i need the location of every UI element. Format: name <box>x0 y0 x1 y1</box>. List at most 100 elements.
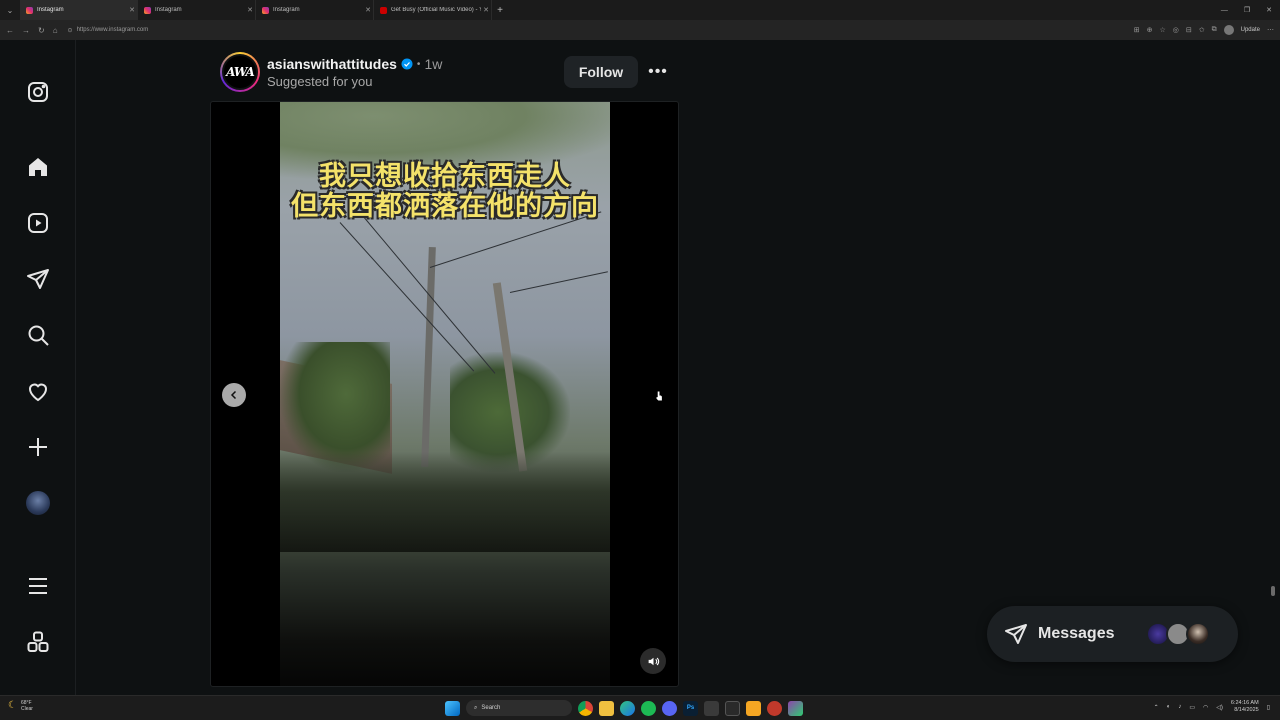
instagram-icon <box>26 6 33 14</box>
translate-icon[interactable]: ⊞ <box>1134 26 1140 34</box>
video-subtitles: 我只想收拾东西走人 但东西都洒落在他的方向 <box>280 162 610 222</box>
instagram-logo-icon[interactable] <box>24 78 52 106</box>
tray-app-icon[interactable]: ◐ <box>1167 704 1171 710</box>
terminal-icon[interactable] <box>725 700 740 716</box>
tab-title: Instagram <box>155 7 182 13</box>
edge-icon[interactable] <box>620 700 635 716</box>
update-button[interactable]: Update <box>1241 27 1260 33</box>
reels-icon[interactable] <box>24 209 52 237</box>
clock-date: 8/14/2025 <box>1234 707 1259 713</box>
subtitle-line-1: 我只想收拾东西走人 <box>319 161 571 192</box>
author-username[interactable]: asianswithattitudes <box>267 56 397 72</box>
browser-tab-1[interactable]: Instagram ✕ <box>20 0 138 20</box>
menu-dots-icon[interactable]: ⋯ <box>1267 26 1274 34</box>
new-tab-button[interactable]: + <box>492 5 508 16</box>
instagram-icon <box>262 6 269 14</box>
system-clock[interactable]: 6:24:16 AM 8/14/2025 <box>1231 700 1259 714</box>
window-controls: — ❐ ✕ <box>1221 0 1272 20</box>
notifications-heart-icon[interactable] <box>24 377 52 405</box>
extensions-icon[interactable]: ◎ <box>1173 26 1179 34</box>
windows-start-icon[interactable] <box>445 700 460 716</box>
volume-icon[interactable]: ◁) <box>1216 704 1223 711</box>
windows-taskbar: ☾ 68°F Clear ⌕ Search Ps ⌃ ◐ ♪ ▭ ◠ ◁) 6:… <box>0 695 1280 720</box>
spotify-icon[interactable] <box>641 700 656 716</box>
post-header: AWA asianswithattitudes • 1w Suggested f… <box>220 52 680 92</box>
split-icon[interactable]: ⊟ <box>1186 26 1192 34</box>
instagram-page: AWA asianswithattitudes • 1w Suggested f… <box>0 40 1280 695</box>
notifications-icon[interactable]: ▯ <box>1267 704 1270 711</box>
youtube-icon <box>380 6 387 14</box>
post-time[interactable]: 1w <box>424 56 442 72</box>
messages-label: Messages <box>1038 625 1115 642</box>
suggested-label: Suggested for you <box>267 74 373 89</box>
close-tab-icon[interactable]: ✕ <box>481 6 491 14</box>
zoom-icon[interactable]: ⊕ <box>1147 26 1153 34</box>
speaker-icon <box>648 657 659 665</box>
close-window-icon[interactable]: ✕ <box>1266 6 1272 14</box>
browser-tab-bar: ⌄ Instagram ✕ Instagram ✕ Instagram ✕ Ge… <box>0 0 1280 20</box>
chrome-icon[interactable] <box>578 700 593 716</box>
taskbar-search[interactable]: ⌕ Search <box>466 700 572 716</box>
also-from-meta-icon[interactable] <box>24 628 52 656</box>
minimize-icon[interactable]: — <box>1221 7 1228 14</box>
tab-title: Instagram <box>273 7 300 13</box>
messages-panel-button[interactable]: Messages <box>987 606 1238 662</box>
tab-menu-chevron-icon[interactable]: ⌄ <box>0 0 20 20</box>
audio-toggle-button[interactable] <box>640 648 666 674</box>
direct-messages-icon[interactable] <box>24 265 52 293</box>
scrollbar-thumb[interactable] <box>1271 586 1275 596</box>
direct-messages-icon <box>1005 624 1027 644</box>
sidebar-nav <box>0 40 76 695</box>
close-tab-icon[interactable]: ✕ <box>245 6 255 14</box>
forward-icon[interactable]: → <box>22 26 30 35</box>
previous-slide-button[interactable] <box>222 383 246 407</box>
browser-tab-2[interactable]: Instagram ✕ <box>138 0 256 20</box>
profile-avatar[interactable] <box>24 489 52 517</box>
collections-icon[interactable]: ⧉ <box>1212 26 1217 34</box>
app-icon[interactable] <box>767 700 782 716</box>
video-frame[interactable]: 我只想收拾东西走人 但东西都洒落在他的方向 <box>280 102 610 686</box>
avatar-logo-text: AWA <box>222 54 258 90</box>
discord-icon[interactable] <box>662 700 677 716</box>
home-icon[interactable]: ⌂ <box>53 26 58 35</box>
separator-dot: • <box>416 58 421 70</box>
bookmark-star-icon[interactable]: ☆ <box>1160 26 1166 34</box>
weather-widget[interactable]: ☾ 68°F Clear <box>8 700 33 712</box>
tab-title: Instagram <box>37 7 64 13</box>
browser-tab-4[interactable]: Get Busy (Official Music Video) - Y ✕ <box>374 0 492 20</box>
reload-icon[interactable]: ↻ <box>38 26 45 35</box>
back-icon[interactable]: ← <box>6 26 14 35</box>
site-info-icon[interactable]: ⊙ <box>68 27 73 34</box>
home-icon[interactable] <box>24 153 52 181</box>
post-media[interactable]: 我只想收拾东西走人 但东西都洒落在他的方向 <box>210 101 679 687</box>
vpn-icon[interactable] <box>788 700 803 716</box>
photoshop-icon[interactable]: Ps <box>683 700 698 716</box>
browser-tab-3[interactable]: Instagram ✕ <box>256 0 374 20</box>
network-icon[interactable]: ▭ <box>1189 704 1195 711</box>
profile-avatar[interactable] <box>1223 25 1234 35</box>
more-options-icon[interactable]: ••• <box>648 60 668 84</box>
calculator-icon[interactable] <box>704 700 719 716</box>
search-icon[interactable] <box>24 321 52 349</box>
microphone-icon[interactable]: ♪ <box>1178 704 1181 710</box>
verified-badge-icon <box>401 58 413 70</box>
url-field[interactable]: ⊙ https://www.instagram.com <box>68 27 149 34</box>
tray-chevron-icon[interactable]: ⌃ <box>1154 704 1159 711</box>
restore-icon[interactable]: ❐ <box>1244 6 1250 14</box>
follow-button[interactable]: Follow <box>564 56 638 88</box>
more-menu-icon[interactable] <box>24 572 52 600</box>
wifi-icon[interactable]: ◠ <box>1203 704 1208 711</box>
close-tab-icon[interactable]: ✕ <box>363 6 373 14</box>
tab-title: Get Busy (Official Music Video) - Y <box>391 7 481 13</box>
create-plus-icon[interactable] <box>24 433 52 461</box>
favorites-icon[interactable]: ✩ <box>1199 26 1205 34</box>
file-explorer-icon[interactable] <box>599 700 614 716</box>
app-icon[interactable] <box>746 700 761 716</box>
close-tab-icon[interactable]: ✕ <box>127 6 137 14</box>
author-avatar[interactable]: AWA <box>220 52 260 92</box>
mouse-cursor-icon <box>655 390 663 402</box>
chevron-left-icon <box>230 390 237 400</box>
message-avatars <box>1146 622 1210 646</box>
search-icon: ⌕ <box>474 704 478 711</box>
clock-time: 6:24:16 AM <box>1230 700 1259 706</box>
